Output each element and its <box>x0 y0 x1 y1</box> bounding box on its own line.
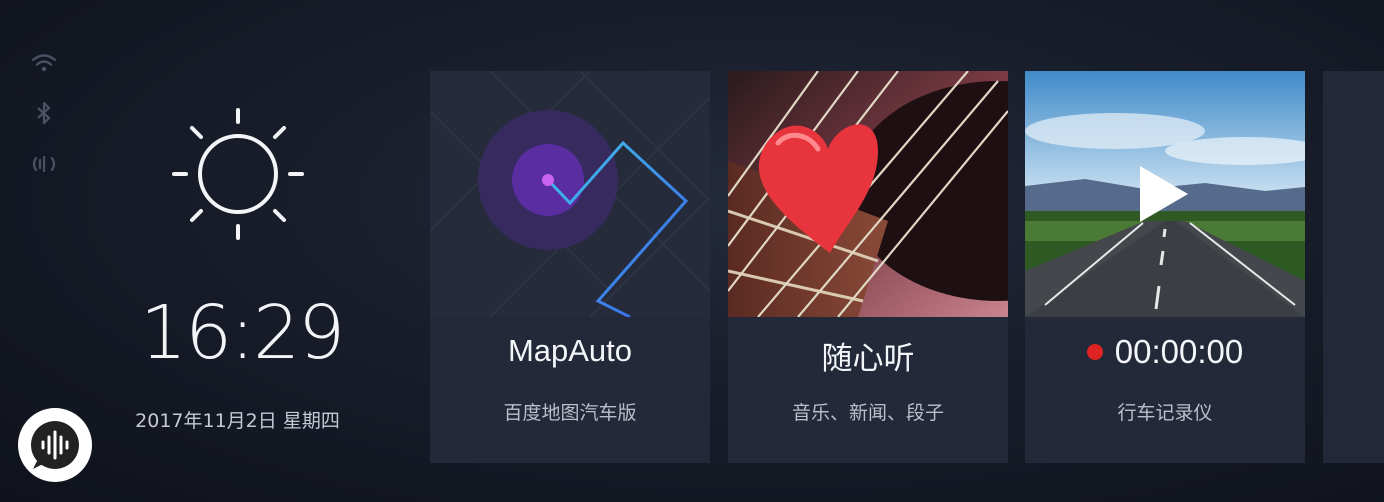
music-app-card[interactable]: 随心听 音乐、新闻、段子 <box>728 71 1008 463</box>
map-artwork <box>430 71 710 317</box>
dashcam-artwork <box>1025 71 1305 317</box>
voice-assistant-button[interactable] <box>18 408 92 482</box>
clock-date: 2017年11月2日 星期四 <box>135 410 340 432</box>
music-title: 随心听 <box>821 341 915 376</box>
voice-assistant-icon <box>31 421 80 469</box>
sun-icon <box>172 108 304 240</box>
signal-icon <box>32 155 56 173</box>
map-subtitle: 百度地图汽车版 <box>503 402 637 424</box>
clock-time: 16:29 <box>140 290 345 376</box>
next-app-card[interactable] <box>1323 71 1384 463</box>
recording-time: 00:00:00 <box>1114 333 1244 370</box>
wifi-icon <box>31 54 57 72</box>
map-app-card[interactable]: MapAuto 百度地图汽车版 <box>430 71 710 463</box>
music-subtitle: 音乐、新闻、段子 <box>791 402 944 424</box>
dashcam-app-card[interactable]: 00:00:00 行车记录仪 <box>1025 71 1305 463</box>
bluetooth-icon <box>37 101 51 125</box>
recording-status: 00:00:00 <box>1025 333 1305 371</box>
map-title: MapAuto <box>507 333 633 368</box>
status-bar <box>28 48 62 198</box>
record-dot-icon <box>1086 344 1103 360</box>
music-artwork <box>728 71 1008 317</box>
play-icon[interactable] <box>1136 164 1190 224</box>
dashcam-subtitle: 行车记录仪 <box>1117 402 1213 424</box>
